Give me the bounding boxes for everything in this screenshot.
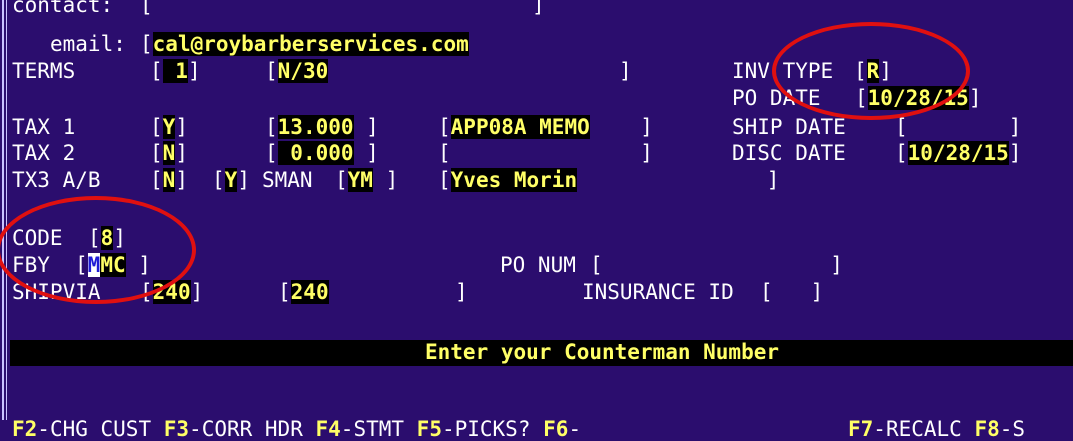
prompt-text: Enter your Counterman Number (425, 340, 780, 364)
email-field[interactable]: [cal@roybarberservices.com (140, 32, 469, 56)
disc-date-field[interactable]: [10/28/15] (895, 141, 1021, 165)
tax1-rate-field[interactable]: [13.000 ] (265, 115, 379, 139)
ship-date-field[interactable]: [ ] (895, 116, 1021, 139)
annotation-circle-inv-type (772, 22, 970, 120)
fkey-f3[interactable]: F3-CORR HDR (164, 417, 303, 441)
terms-label: TERMS (12, 59, 76, 83)
function-key-bar: F2-CHG CUST F3-CORR HDR F4-STMT F5-PICKS… (12, 395, 581, 441)
contact-field[interactable]: [ ] (140, 0, 545, 17)
email-value: cal@roybarberservices.com (152, 32, 469, 56)
tx3-b-field[interactable]: [Y] (212, 168, 250, 192)
tx3-label: TX3 A/B (12, 168, 101, 192)
fkey-f5[interactable]: F5-PICKS? (417, 417, 531, 441)
fkey-f7[interactable]: F7-RECALC (848, 417, 962, 441)
left-border (2, 0, 7, 420)
terms-desc-field[interactable]: [N/30 ] (265, 59, 632, 83)
insurance-label: INSURANCE ID (582, 280, 734, 304)
tx3-a-field[interactable]: [N] (150, 168, 188, 192)
tax1-label: TAX 1 (12, 115, 76, 139)
tax1-desc-field[interactable]: [APP08A MEMO ] (438, 115, 653, 139)
ship-date-label: SHIP DATE (732, 115, 846, 139)
insurance-field[interactable]: [ ] (760, 281, 823, 304)
shipvia-desc-field[interactable]: [240 ] (278, 280, 468, 304)
sman-label: SMAN (262, 168, 313, 192)
sman-name-field[interactable]: [Yves Morin ] (438, 168, 779, 192)
prompt-bar: Enter your Counterman Number (10, 340, 1073, 366)
fkey-f6[interactable]: F6- (543, 417, 581, 441)
tax2-desc-field[interactable]: [ ] (438, 142, 653, 165)
tax2-label: TAX 2 (12, 141, 76, 165)
tax2-rate-field[interactable]: [ 0.000 ] (265, 141, 379, 165)
po-num-label: PO NUM (500, 253, 576, 277)
po-num-field[interactable]: [ ] (590, 254, 843, 277)
fkey-f8[interactable]: F8-S (974, 417, 1025, 441)
function-key-bar-right: F7-RECALC F8-S (848, 395, 1025, 441)
sman-code-field[interactable]: [YM ] (335, 168, 398, 192)
disc-date-label: DISC DATE (732, 141, 846, 165)
terms-code-field[interactable]: [ 1] (150, 59, 201, 83)
fkey-f2[interactable]: F2-CHG CUST (12, 417, 151, 441)
contact-label: contact: (12, 0, 114, 17)
tax2-flag-field[interactable]: [N] (150, 141, 188, 165)
tax1-flag-field[interactable]: [Y] (150, 115, 188, 139)
annotation-circle-code (0, 196, 196, 304)
email-label: email: (50, 32, 126, 56)
fkey-f4[interactable]: F4-STMT (316, 417, 405, 441)
